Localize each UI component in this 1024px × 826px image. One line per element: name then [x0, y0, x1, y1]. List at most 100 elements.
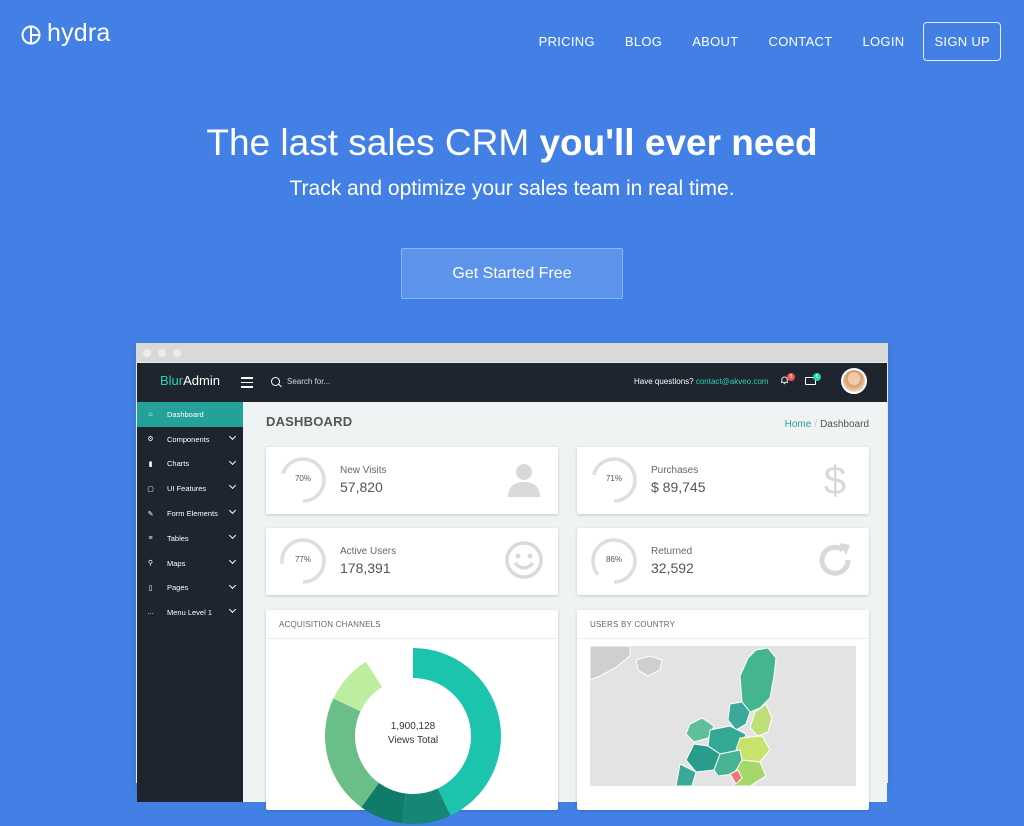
hero-title-bold: you'll ever need	[539, 122, 818, 163]
sidebar-item-label: Pages	[167, 583, 189, 593]
stat-card: 71% Purchases $ 89,745 $	[577, 447, 869, 514]
breadcrumb: Home / Dashboard	[785, 419, 869, 430]
chevron-down-icon	[228, 507, 237, 515]
home-icon: ⌂	[148, 410, 153, 418]
app-help-text: Have questions? contact@akveo.com	[634, 377, 768, 386]
nav-contact[interactable]: CONTACT	[769, 34, 833, 49]
country-panel: USERS BY COUNTRY	[577, 610, 869, 810]
dashboard-screenshot: BlurAdmin Search for... Have questions? …	[136, 343, 888, 825]
sidebar-item-menu-level-1[interactable]: … Menu Level 1	[137, 600, 243, 625]
gear-icon: ⚙	[147, 436, 154, 444]
nav-pricing[interactable]: PRICING	[539, 34, 595, 49]
avatar	[841, 368, 867, 394]
notif-badge: 5	[787, 373, 795, 381]
sidebar-item-components[interactable]: ⚙ Components	[137, 427, 243, 452]
get-started-button[interactable]: Get Started Free	[401, 248, 623, 299]
stat-value: 32,592	[651, 560, 694, 576]
signup-button[interactable]: SIGN UP	[923, 22, 1001, 61]
stat-percent: 71%	[605, 474, 622, 483]
nav-blog[interactable]: BLOG	[625, 34, 662, 49]
window-dot	[158, 348, 166, 357]
hero-title-plain: The last sales CRM	[206, 122, 540, 163]
nav-login[interactable]: LOGIN	[862, 34, 904, 49]
sidebar-item-label: Components	[167, 434, 210, 444]
monitor-icon: ▢	[147, 485, 154, 493]
window-dot	[143, 348, 151, 357]
sidebar-item-ui-features[interactable]: ▢ UI Features	[137, 476, 243, 501]
top-nav: PRICING BLOG ABOUT CONTACT LOGIN SIGN UP	[509, 22, 1001, 61]
stat-value: 178,391	[340, 560, 391, 576]
sidebar-item-label: Tables	[167, 533, 189, 543]
table-icon: ≡	[148, 534, 153, 542]
brand-name: hydra	[47, 19, 111, 47]
smiley-icon	[505, 541, 543, 579]
stat-label: Active Users	[340, 546, 397, 557]
stat-value: $ 89,745	[651, 479, 706, 495]
window-dot	[173, 348, 181, 357]
chevron-down-icon	[228, 457, 237, 465]
donut-segment	[325, 698, 379, 808]
panel-divider	[577, 638, 869, 639]
browser-title-bar	[136, 343, 888, 362]
stat-percent: 77%	[294, 555, 311, 564]
app-brand-admin: Admin	[183, 373, 220, 388]
europe-map	[590, 646, 856, 786]
chevron-down-icon	[228, 581, 237, 589]
app-brand: BlurAdmin	[160, 373, 220, 388]
chevron-down-icon	[228, 556, 237, 564]
app-sidebar: ⌂ Dashboard ⚙ Components ▮ Charts ▢ UI Features…	[137, 402, 243, 802]
bar-chart-icon: ▮	[148, 460, 153, 468]
sidebar-item-charts[interactable]: ▮ Charts	[137, 452, 243, 477]
hero-subtitle: Track and optimize your sales team in re…	[289, 177, 735, 200]
stat-card: 86% Returned 32,592	[577, 528, 869, 595]
svg-text:$: $	[824, 459, 846, 499]
donut-total-label: Views Total	[387, 735, 439, 746]
nav-about[interactable]: ABOUT	[692, 34, 738, 49]
stat-percent: 70%	[294, 474, 311, 483]
message-badge: 5	[813, 373, 821, 381]
stat-label: Returned	[651, 546, 693, 557]
sidebar-item-label: Form Elements	[167, 509, 218, 519]
sidebar-item-label: Maps	[167, 558, 186, 568]
person-icon	[508, 464, 540, 497]
app-content: DASHBOARD Home / Dashboard 70% New Visits 57…	[243, 402, 887, 825]
app-search-placeholder: Search for...	[287, 377, 331, 386]
chevron-down-icon	[228, 531, 237, 540]
sidebar-item-label: Dashboard	[167, 409, 204, 419]
stat-card: 70% New Visits 57,820	[266, 447, 558, 514]
acquisition-title: ACQUISITION CHANNELS	[279, 620, 381, 629]
help-question: Have questions?	[634, 377, 694, 386]
stat-percent: 86%	[605, 555, 622, 564]
refresh-icon	[819, 543, 851, 576]
breadcrumb-separator: /	[814, 419, 818, 430]
panel-divider	[266, 638, 558, 639]
breadcrumb-home: Home	[784, 419, 812, 430]
stat-label: Purchases	[651, 465, 699, 476]
map-pin-icon: ⚲	[147, 560, 154, 568]
stat-label: New Visits	[340, 465, 387, 476]
app-header: BlurAdmin Search for... Have questions? …	[137, 363, 887, 402]
ellipsis-icon: …	[147, 609, 154, 617]
hydra-logo-icon	[21, 25, 41, 45]
sidebar-item-maps[interactable]: ⚲ Maps	[137, 551, 243, 576]
sidebar-item-dashboard[interactable]: ⌂ Dashboard	[137, 402, 243, 427]
sidebar-item-form-elements[interactable]: ✎ Form Elements	[137, 501, 243, 526]
donut-total: 1,900,128	[390, 721, 436, 732]
search-icon	[271, 377, 280, 386]
dollar-icon: $	[824, 459, 846, 499]
chevron-down-icon	[228, 482, 237, 490]
edit-icon: ✎	[147, 510, 154, 518]
stat-card: 77% Active Users 178,391	[266, 528, 558, 595]
sidebar-item-label: Charts	[167, 459, 190, 469]
chevron-down-icon	[228, 606, 237, 614]
page-icon: ▯	[148, 584, 153, 592]
menu-icon	[241, 377, 253, 391]
hero-title: The last sales CRM you'll ever need	[0, 122, 1024, 164]
stat-value: 57,820	[340, 479, 383, 495]
page-title: DASHBOARD	[266, 414, 353, 429]
sidebar-item-tables[interactable]: ≡ Tables	[137, 526, 243, 551]
app-brand-blur: Blur	[160, 373, 184, 388]
logo[interactable]: hydra	[21, 19, 111, 48]
acquisition-panel: ACQUISITION CHANNELS 1,900,128 Views Tot…	[266, 610, 558, 825]
sidebar-item-pages[interactable]: ▯ Pages	[137, 576, 243, 601]
